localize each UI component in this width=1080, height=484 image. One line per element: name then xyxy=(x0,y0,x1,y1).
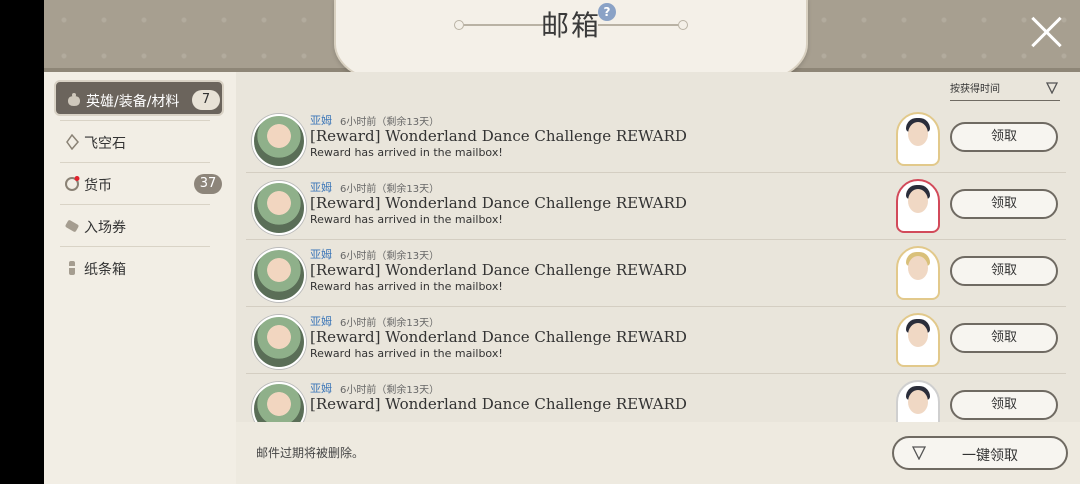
divider xyxy=(60,162,210,163)
mailbox-screen: 邮箱 ? 英雄/装备/材料 7 飞空石 货币 37 入场券 纸条箱 按获得时间 … xyxy=(44,0,1080,484)
count-badge: 7 xyxy=(192,90,220,110)
pouch-icon xyxy=(68,93,80,106)
mail-subject: [Reward] Wonderland Dance Challenge REWA… xyxy=(310,194,687,212)
sidebar-item-label: 货币 xyxy=(84,178,112,194)
mail-preview: Reward has arrived in the mailbox! xyxy=(310,347,503,360)
mail-time: 6小时前（剩余13天） xyxy=(340,117,440,128)
sender-name: 亚姆 xyxy=(310,382,332,395)
sidebar-item-label: 飞空石 xyxy=(84,136,126,152)
sidebar-item-currency[interactable]: 货币 37 xyxy=(54,166,224,202)
sender-name: 亚姆 xyxy=(310,315,332,328)
crystal-icon xyxy=(66,134,79,150)
close-icon[interactable] xyxy=(1028,14,1064,50)
sidebar-item-label: 纸条箱 xyxy=(84,262,126,278)
claim-button[interactable]: 领取 xyxy=(950,323,1058,353)
mail-time: 6小时前（剩余13天） xyxy=(340,251,440,262)
mail-row[interactable]: 亚姆 6小时前（剩余13天） [Reward] Wonderland Dance… xyxy=(246,106,1066,173)
sender-avatar xyxy=(252,181,306,235)
sender-avatar xyxy=(252,248,306,302)
sort-dropdown[interactable]: 按获得时间 xyxy=(950,80,1060,101)
claim-all-label: 一键领取 xyxy=(962,448,1018,464)
coin-icon xyxy=(65,176,80,191)
expiry-note: 邮件过期将被删除。 xyxy=(256,446,365,460)
sidebar-item-label: 入场券 xyxy=(84,220,126,236)
sidebar-item-ticket[interactable]: 入场券 xyxy=(54,208,224,244)
sender-avatar xyxy=(252,315,306,369)
filter-icon xyxy=(1046,82,1058,94)
sidebar: 英雄/装备/材料 7 飞空石 货币 37 入场券 纸条箱 xyxy=(44,72,236,484)
claim-all-button[interactable]: 一键领取 xyxy=(892,436,1068,470)
claim-button[interactable]: 领取 xyxy=(950,256,1058,286)
sidebar-item-note-box[interactable]: 纸条箱 xyxy=(54,250,224,286)
mail-row[interactable]: 亚姆 6小时前（剩余13天） [Reward] Wonderland Dance… xyxy=(246,240,1066,307)
claim-button[interactable]: 领取 xyxy=(950,390,1058,420)
sidebar-item-heroes-equipment-materials[interactable]: 英雄/装备/材料 7 xyxy=(54,80,224,116)
mail-subject: [Reward] Wonderland Dance Challenge REWA… xyxy=(310,395,687,413)
reward-hero-portrait xyxy=(896,112,940,166)
ticket-icon xyxy=(65,220,79,232)
reward-hero-portrait xyxy=(896,179,940,233)
reward-hero-portrait xyxy=(896,313,940,367)
sender-avatar xyxy=(252,382,306,422)
sender-name: 亚姆 xyxy=(310,181,332,194)
mail-preview: Reward has arrived in the mailbox! xyxy=(310,146,503,159)
sender-avatar xyxy=(252,114,306,168)
mail-subject: [Reward] Wonderland Dance Challenge REWA… xyxy=(310,261,687,279)
sort-label: 按获得时间 xyxy=(950,84,1000,95)
sidebar-item-label: 英雄/装备/材料 xyxy=(86,94,180,110)
reward-hero-portrait xyxy=(896,246,940,300)
mail-row[interactable]: 亚姆 6小时前（剩余13天） [Reward] Wonderland Dance… xyxy=(246,173,1066,240)
claim-button[interactable]: 领取 xyxy=(950,189,1058,219)
mail-subject: [Reward] Wonderland Dance Challenge REWA… xyxy=(310,127,687,145)
mail-subject: [Reward] Wonderland Dance Challenge REWA… xyxy=(310,328,687,346)
mail-preview: Reward has arrived in the mailbox! xyxy=(310,213,503,226)
sender-name: 亚姆 xyxy=(310,114,332,127)
reward-hero-portrait xyxy=(896,380,940,422)
divider xyxy=(60,204,210,205)
mail-list[interactable]: 按获得时间 亚姆 6小时前（剩余13天） [Reward] Wonderland… xyxy=(236,72,1080,422)
page-title: 邮箱 xyxy=(540,9,601,42)
count-badge: 37 xyxy=(194,174,222,194)
mail-time: 6小时前（剩余13天） xyxy=(340,385,440,396)
title-ornament-right xyxy=(598,20,688,30)
divider xyxy=(60,120,210,121)
help-icon[interactable]: ? xyxy=(598,3,616,21)
mail-row[interactable]: 亚姆 6小时前（剩余13天） [Reward] Wonderland Dance… xyxy=(246,374,1066,422)
claim-button[interactable]: 领取 xyxy=(950,122,1058,152)
mail-time: 6小时前（剩余13天） xyxy=(340,184,440,195)
scroll-icon xyxy=(68,261,76,275)
mail-preview: Reward has arrived in the mailbox! xyxy=(310,280,503,293)
mail-time: 6小时前（剩余13天） xyxy=(340,318,440,329)
divider xyxy=(60,246,210,247)
sidebar-item-airship-stone[interactable]: 飞空石 xyxy=(54,124,224,160)
sender-name: 亚姆 xyxy=(310,248,332,261)
filter-icon xyxy=(912,446,926,460)
mail-row[interactable]: 亚姆 6小时前（剩余13天） [Reward] Wonderland Dance… xyxy=(246,307,1066,374)
